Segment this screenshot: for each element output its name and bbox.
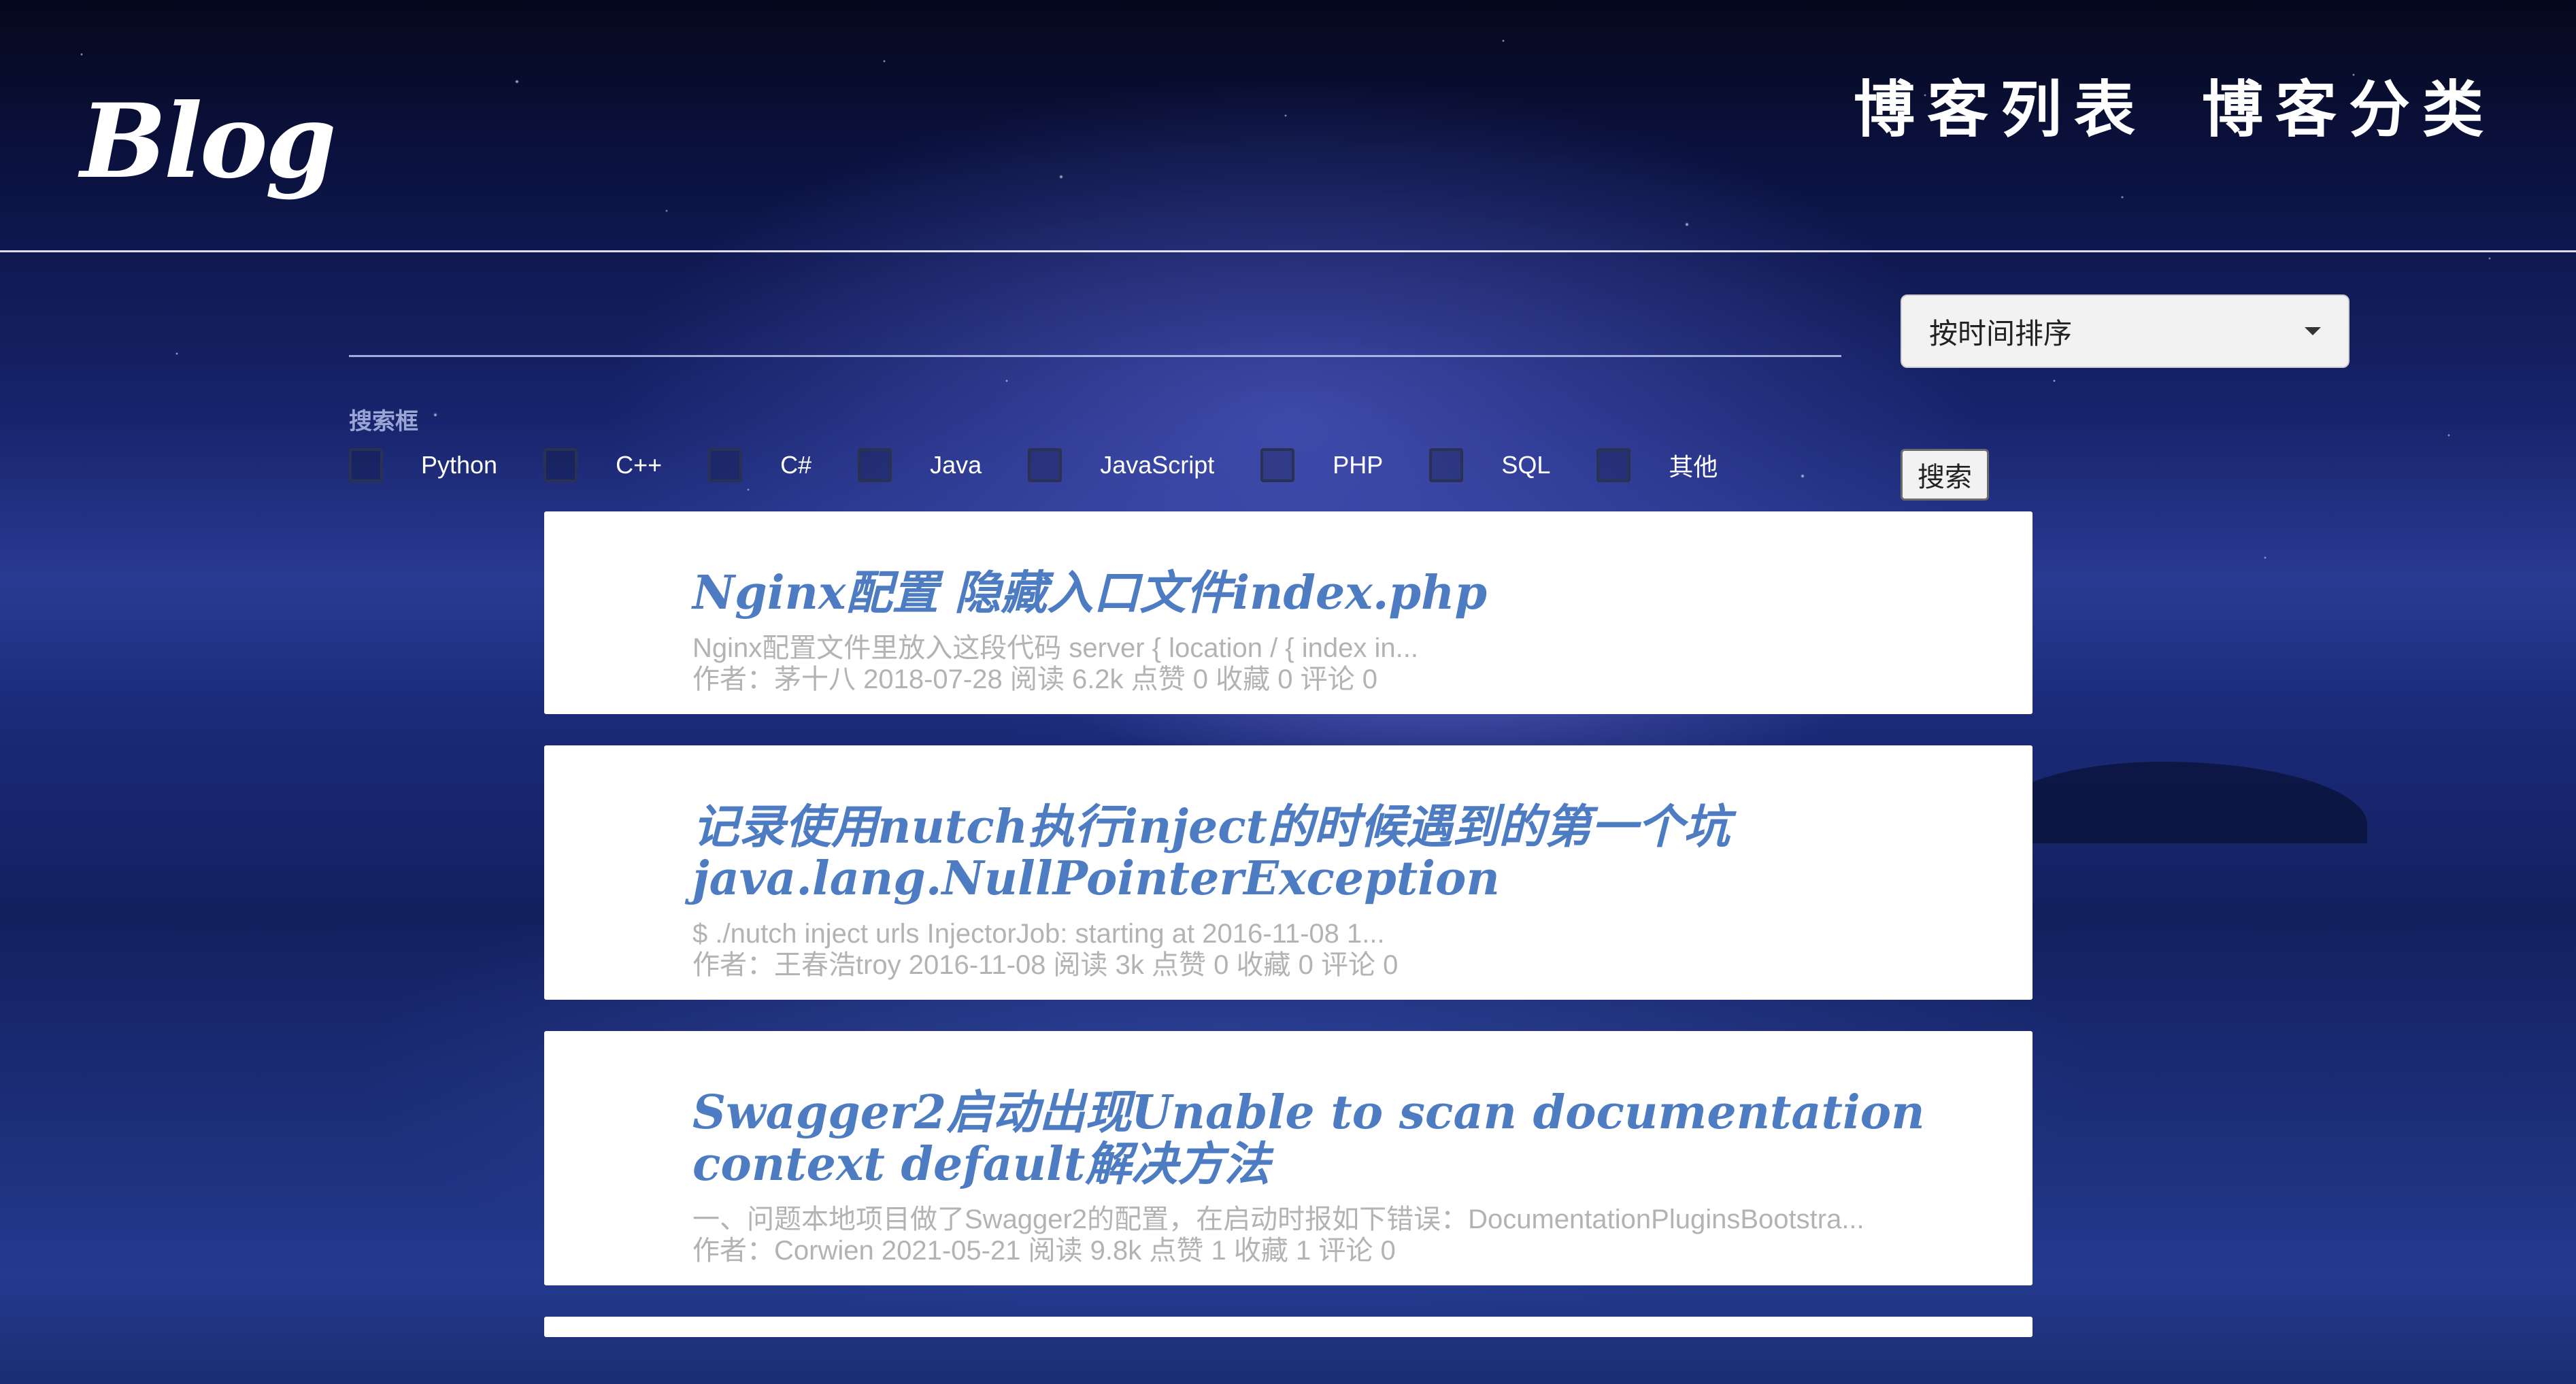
- post-card[interactable]: Swagger2启动出现Unable to scan documentation…: [544, 1031, 2033, 1285]
- filter-cpp[interactable]: C++: [543, 448, 662, 482]
- filter-other[interactable]: 其他: [1596, 448, 1718, 483]
- island-silhouette: [1986, 762, 2367, 843]
- post-list: Nginx配置 隐藏入口文件index.php Nginx配置文件里放入这段代码…: [544, 511, 2033, 1337]
- category-filters: Python C++ C# Java JavaScript PHP SQL 其他: [349, 448, 1764, 483]
- filter-csharp[interactable]: C#: [708, 448, 812, 482]
- header-divider: [0, 250, 2576, 252]
- post-excerpt: 一、问题本地项目做了Swagger2的配置，在启动时报如下错误：Document…: [692, 1204, 1864, 1234]
- nav-blog-categories[interactable]: 博客分类: [2202, 60, 2496, 148]
- post-card[interactable]: 记录使用nutch执行inject的时候遇到的第一个坑java.lang.Nul…: [544, 745, 2033, 1000]
- checkbox[interactable]: [1596, 448, 1631, 482]
- filter-php[interactable]: PHP: [1260, 448, 1383, 482]
- post-title[interactable]: Nginx配置 隐藏入口文件index.php: [692, 567, 1951, 619]
- post-meta: 作者：Corwien 2021-05-21 阅读 9.8k 点赞 1 收藏 1 …: [692, 1236, 1396, 1266]
- filter-label: SQL: [1501, 451, 1551, 479]
- post-card-partial[interactable]: [544, 1317, 2033, 1337]
- checkbox[interactable]: [1260, 448, 1295, 482]
- post-meta: 作者：王春浩troy 2016-11-08 阅读 3k 点赞 0 收藏 0 评论…: [692, 950, 1399, 980]
- filter-label: C#: [780, 451, 812, 479]
- checkbox[interactable]: [708, 448, 743, 482]
- filter-label: C++: [616, 451, 663, 479]
- checkbox[interactable]: [543, 448, 578, 482]
- checkbox[interactable]: [858, 448, 892, 482]
- filter-label: Java: [930, 451, 982, 479]
- filter-label: Python: [421, 451, 498, 479]
- checkbox[interactable]: [1429, 448, 1464, 482]
- post-title[interactable]: 记录使用nutch执行inject的时候遇到的第一个坑java.lang.Nul…: [692, 801, 1951, 905]
- post-card[interactable]: Nginx配置 隐藏入口文件index.php Nginx配置文件里放入这段代码…: [544, 511, 2033, 714]
- top-nav: 博客列表 博客分类: [1854, 60, 2496, 148]
- post-title[interactable]: Swagger2启动出现Unable to scan documentation…: [692, 1087, 1951, 1190]
- post-excerpt: $ ./nutch inject urls InjectorJob: start…: [692, 919, 1385, 949]
- post-meta: 作者：茅十八 2018-07-28 阅读 6.2k 点赞 0 收藏 0 评论 0: [692, 664, 1377, 694]
- sort-dropdown-value: 按时间排序: [1929, 317, 2073, 350]
- search-label: 搜索框: [349, 409, 418, 435]
- checkbox[interactable]: [1028, 448, 1063, 482]
- blog-logo[interactable]: Blog: [80, 82, 337, 201]
- caret-down-icon: [2305, 327, 2321, 335]
- filter-python[interactable]: Python: [349, 448, 497, 482]
- filter-javascript[interactable]: JavaScript: [1028, 448, 1214, 482]
- search-input[interactable]: [349, 306, 1841, 357]
- nav-blog-list[interactable]: 博客列表: [1854, 60, 2147, 148]
- filter-label: PHP: [1333, 451, 1384, 479]
- filter-sql[interactable]: SQL: [1429, 448, 1550, 482]
- sort-dropdown[interactable]: 按时间排序: [1901, 294, 2349, 368]
- filter-label: JavaScript: [1100, 451, 1215, 479]
- post-excerpt: Nginx配置文件里放入这段代码 server { location / { i…: [692, 633, 1418, 663]
- checkbox[interactable]: [349, 448, 383, 482]
- filter-label: 其他: [1669, 453, 1718, 481]
- filter-java[interactable]: Java: [858, 448, 982, 482]
- search-button[interactable]: 搜索: [1901, 449, 1989, 501]
